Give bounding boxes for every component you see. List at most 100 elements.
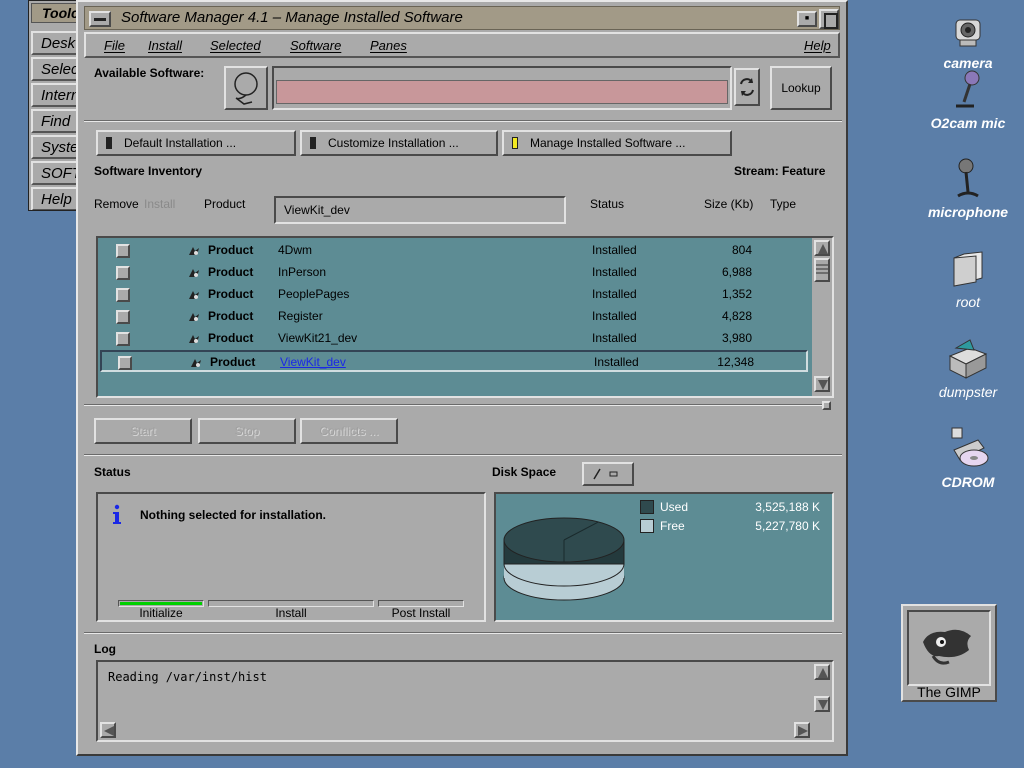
gimp-launcher[interactable]: The GIMP xyxy=(901,604,997,702)
remove-checkbox[interactable] xyxy=(116,310,130,324)
microphone-icon xyxy=(957,158,979,198)
product-icon xyxy=(191,359,201,367)
log-scroll-right-button[interactable] xyxy=(794,722,810,738)
row-size: 12,348 xyxy=(717,355,754,369)
microphone-icon xyxy=(956,70,980,108)
menu-panes[interactable]: Panes xyxy=(370,38,407,53)
product-icon xyxy=(189,313,199,321)
maximize-button[interactable] xyxy=(819,9,839,29)
log-scroll-down-button[interactable] xyxy=(814,696,830,712)
product-icon xyxy=(189,269,199,277)
row-size: 3,980 xyxy=(721,331,752,345)
menu-selected[interactable]: Selected xyxy=(210,38,261,53)
gimp-label: The GIMP xyxy=(917,684,981,700)
desktop-icon-camera[interactable]: camera xyxy=(918,8,1018,74)
toolchest-item-software[interactable]: SOFT xyxy=(31,161,79,185)
column-product: Product xyxy=(204,197,246,211)
desktop-icon-dumpster[interactable]: dumpster xyxy=(918,334,1018,400)
status-message: Nothing selected for installation. xyxy=(140,508,327,522)
disk-space-toggle[interactable] xyxy=(582,462,634,486)
product-icon xyxy=(189,335,199,343)
conflicts-button[interactable]: Conflicts ... xyxy=(300,418,398,444)
desktop-icon-cdrom[interactable]: CDROM xyxy=(918,424,1018,490)
table-row[interactable]: Product PeoplePages Installed 1,352 xyxy=(100,284,808,306)
row-size: 6,988 xyxy=(721,265,752,279)
menu-file[interactable]: File xyxy=(104,38,125,53)
customize-installation-button[interactable]: Customize Installation ... xyxy=(300,130,498,156)
row-product-name: PeoplePages xyxy=(278,287,350,301)
log-scroll-left-button[interactable] xyxy=(100,722,116,738)
toolchest-item-find[interactable]: Find xyxy=(31,109,79,133)
pane-sash[interactable] xyxy=(822,401,831,410)
disk-space-panel: Used 3,525,188 K Free 5,227,780 K xyxy=(494,492,834,622)
remove-checkbox[interactable] xyxy=(116,266,130,280)
table-vertical-scrollbar[interactable] xyxy=(812,238,832,396)
network-icon xyxy=(234,72,258,105)
log-horizontal-scrollbar[interactable] xyxy=(98,720,812,740)
remove-checkbox[interactable] xyxy=(116,244,130,258)
menu-software[interactable]: Software xyxy=(290,38,341,53)
software-source-button[interactable] xyxy=(224,66,268,110)
product-filter-field[interactable]: ViewKit_dev xyxy=(274,196,566,224)
default-installation-indicator xyxy=(106,137,112,149)
log-scroll-up-button[interactable] xyxy=(814,664,830,680)
table-scroll-up-button[interactable] xyxy=(814,240,830,256)
desktop-icon-root[interactable]: root xyxy=(918,248,1018,312)
table-row[interactable]: Product 4Dwm Installed 804 xyxy=(100,240,808,262)
row-size: 804 xyxy=(731,243,752,257)
gimp-icon-frame xyxy=(907,610,991,686)
lookup-button[interactable]: Lookup xyxy=(770,66,832,110)
column-size: Size (Kb) xyxy=(704,197,754,211)
dumpster-label: dumpster xyxy=(938,384,998,400)
product-icon xyxy=(189,291,199,299)
grip-icon xyxy=(816,264,828,274)
column-type: Type xyxy=(770,197,797,211)
used-swatch xyxy=(640,500,654,514)
minimize-button[interactable]: ■ xyxy=(797,11,817,27)
column-status: Status xyxy=(590,197,625,211)
camera-label: camera xyxy=(943,55,993,71)
menu-help[interactable]: Help xyxy=(804,38,831,53)
table-row[interactable]: Product ViewKit21_dev Installed 3,980 xyxy=(100,328,808,350)
toolchest-item-desktop[interactable]: Desk xyxy=(31,31,79,55)
software-manager-window: Software Manager 4.1 – Manage Installed … xyxy=(76,0,848,756)
cycle-sources-button[interactable] xyxy=(734,68,760,106)
toolchest-item-selected[interactable]: Selec xyxy=(31,57,79,81)
row-type: Product xyxy=(208,331,254,345)
used-label: Used xyxy=(660,500,689,514)
manage-installed-software-button[interactable]: Manage Installed Software ... xyxy=(502,130,732,156)
window-menu-button[interactable] xyxy=(89,11,111,27)
row-status: Installed xyxy=(592,243,637,257)
remove-checkbox[interactable] xyxy=(116,332,130,346)
dumpster-icon xyxy=(948,339,988,379)
toolchest-title[interactable]: Toolc xyxy=(31,3,79,23)
microphone-label: microphone xyxy=(927,204,1009,220)
table-row[interactable]: Product ViewKit_dev Installed 12,348 xyxy=(100,350,808,372)
software-inventory-table: Product 4Dwm Installed 804 Product InPerson In… xyxy=(96,236,834,398)
toolchest-item-internet[interactable]: Intern xyxy=(31,83,79,107)
table-row[interactable]: Product Register Installed 4,828 xyxy=(100,306,808,328)
toolchest-item-help[interactable]: Help xyxy=(31,187,79,210)
row-product-name[interactable]: ViewKit_dev xyxy=(280,355,346,369)
o2cam-mic-label: O2cam mic xyxy=(930,115,1006,131)
status-heading: Status xyxy=(94,465,131,479)
window-titlebar[interactable]: Software Manager 4.1 – Manage Installed … xyxy=(84,6,840,30)
available-software-label: Available Software: xyxy=(94,66,205,80)
table-scroll-thumb[interactable] xyxy=(814,258,830,282)
desktop-icon-microphone[interactable]: microphone xyxy=(918,156,1018,222)
remove-checkbox[interactable] xyxy=(118,356,132,370)
stop-button[interactable]: Stop xyxy=(198,418,296,444)
table-row[interactable]: Product InPerson Installed 6,988 xyxy=(100,262,808,284)
start-button[interactable]: Start xyxy=(94,418,192,444)
log-vertical-scrollbar[interactable] xyxy=(812,662,832,720)
remove-checkbox[interactable] xyxy=(116,288,130,302)
table-scroll-down-button[interactable] xyxy=(814,376,830,392)
default-installation-button[interactable]: Default Installation ... xyxy=(96,130,296,156)
divider xyxy=(84,632,842,634)
post-install-label: Post Install xyxy=(391,606,451,620)
menu-install[interactable]: Install xyxy=(148,38,182,53)
available-software-input[interactable] xyxy=(276,80,728,104)
toolchest-item-system[interactable]: Syste xyxy=(31,135,79,159)
cdrom-icon xyxy=(951,427,989,467)
desktop-icon-o2cam-mic[interactable]: O2cam mic xyxy=(918,70,1018,132)
